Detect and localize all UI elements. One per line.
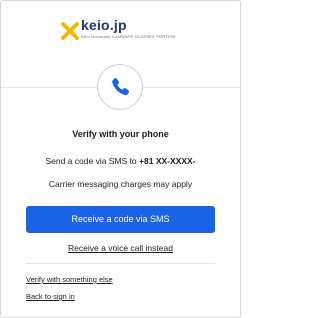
sms-prefix: Send a code via SMS to (45, 156, 137, 166)
header: keio.jp Keio University CAMBRER GLASSES … (1, 1, 240, 57)
brand-subtitle: Keio University CAMBRER GLASSES PORTION (81, 34, 176, 39)
phone-number: +81 XX-XXXX- (139, 156, 196, 166)
sms-destination: Send a code via SMS to +81 XX-XXXX- (1, 156, 240, 166)
phone-icon (112, 77, 130, 96)
carrier-note: Carrier messaging charges may apply (48, 179, 193, 189)
page-title: Verify with your phone (72, 129, 169, 139)
verify-other-link[interactable]: Verify with something else (26, 275, 113, 284)
brand-name: keio.jp (81, 17, 127, 33)
voice-call-link[interactable]: Receive a voice call instead (1, 243, 240, 253)
verify-card: keio.jp Keio University CAMBRER GLASSES … (0, 0, 241, 318)
back-to-sign-in-link[interactable]: Back to sign in (26, 292, 75, 301)
phone-badge (97, 64, 143, 110)
footer-divider (26, 263, 215, 264)
receive-sms-button[interactable]: Receive a code via SMS (26, 206, 215, 233)
keio-x-logo-icon (61, 22, 79, 40)
